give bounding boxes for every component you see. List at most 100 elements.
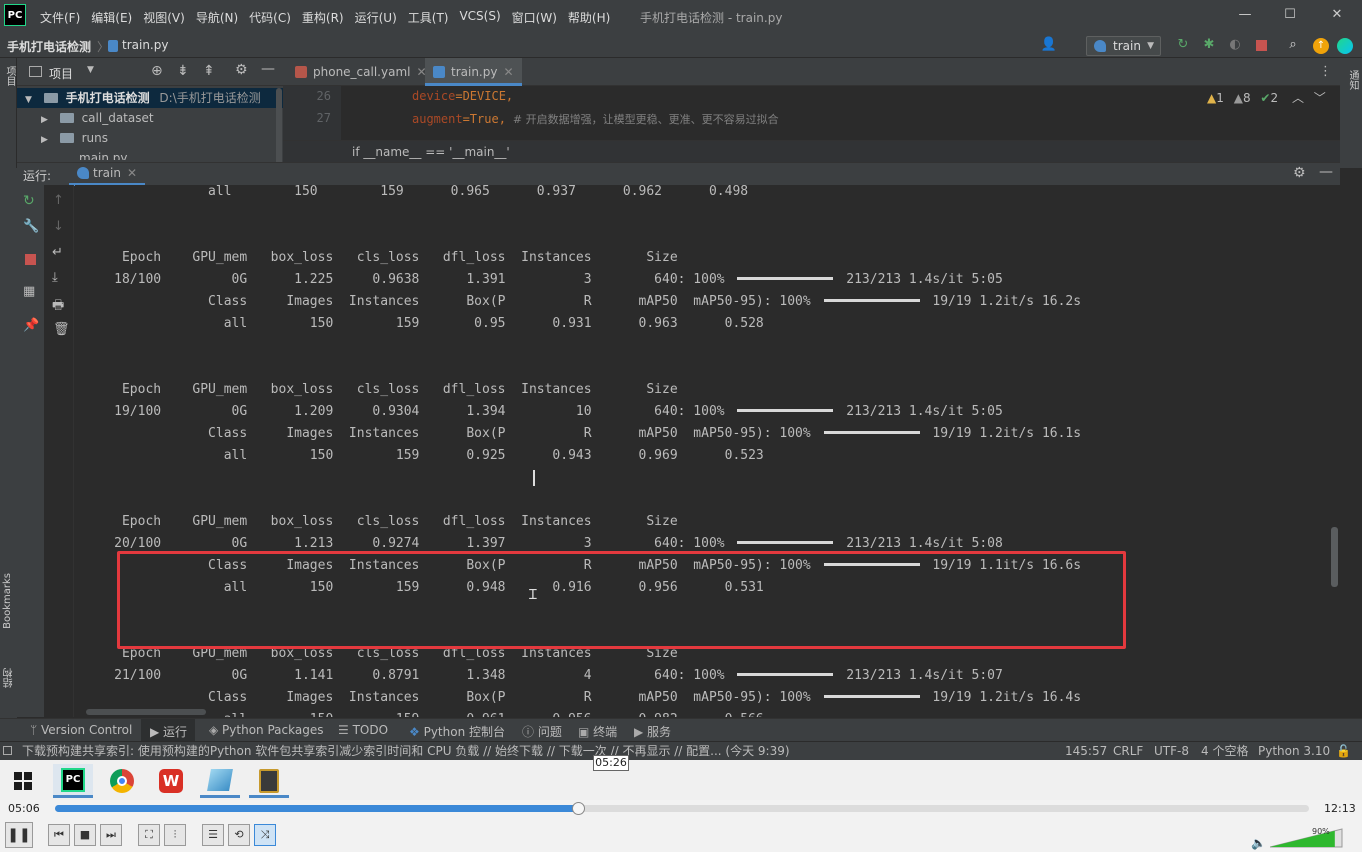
jetbrains-icon[interactable] (1337, 38, 1353, 54)
tree-item-runs[interactable]: ▶ runs (17, 128, 283, 148)
seek-bar[interactable] (55, 802, 1309, 815)
arrow-up-icon[interactable]: ↑ (53, 193, 64, 208)
tree-item-main-py[interactable]: main.py (17, 148, 283, 160)
menu-item[interactable]: 导航(N) (196, 9, 238, 26)
tool-version-control[interactable]: ᛘ Version Control (30, 723, 132, 737)
tool-python-console[interactable]: ❖ Python 控制台 (409, 723, 505, 740)
lock-icon[interactable]: 🔓 (1336, 742, 1351, 760)
previous-button[interactable]: ⏮ (48, 824, 70, 846)
seek-knob[interactable] (572, 802, 586, 815)
tool-todo[interactable]: ☰ TODO (338, 723, 388, 737)
taskbar-chrome[interactable] (102, 764, 142, 798)
gear-icon[interactable]: ⚙ (235, 62, 248, 78)
menu-item[interactable]: 视图(V) (143, 9, 185, 26)
taskbar-notepad[interactable] (200, 764, 240, 798)
user-icon[interactable]: 👤 (1040, 36, 1058, 54)
tree-item-root[interactable]: ▼ 手机打电话检测 D:\手机打电话检测 (17, 88, 283, 108)
debug-icon[interactable]: ✱ (1200, 36, 1218, 54)
soft-wrap-icon[interactable]: ↵ (52, 245, 63, 260)
code-area[interactable]: device=DEVICE, augment=True, # 开启数据增强，让模… (341, 86, 1340, 140)
file-encoding[interactable]: UTF-8 (1154, 742, 1189, 760)
taskbar-pycharm[interactable]: PC (53, 764, 93, 798)
stop-button[interactable]: ■ (74, 824, 96, 846)
close-icon[interactable]: ✕ (503, 65, 513, 79)
line-separator[interactable]: CRLF (1113, 742, 1143, 760)
menu-item[interactable]: 文件(F) (40, 9, 80, 26)
maximize-icon[interactable]: ☐ (1281, 6, 1299, 24)
tab-train-py[interactable]: train.py ✕ (425, 58, 522, 86)
tool-run[interactable]: ▶ 运行 (150, 723, 187, 740)
tool-python-packages[interactable]: ◈ Python Packages (209, 723, 323, 737)
pause-button[interactable]: ❚❚ (5, 822, 33, 848)
menu-item[interactable]: 重构(R) (302, 9, 344, 26)
fullscreen-button[interactable]: ⛶ (138, 824, 160, 846)
inspection-widget[interactable]: ▲1 ▲8 ✔2 ︿ ﹀ (1207, 89, 1326, 106)
expand-all-icon[interactable]: ⇟ (177, 63, 189, 79)
taskbar-wps[interactable]: W (151, 764, 191, 798)
update-icon[interactable]: ↑ (1313, 38, 1329, 54)
menu-item[interactable]: 帮助(H) (568, 9, 610, 26)
scroll-to-end-icon[interactable]: ⤓ (52, 270, 58, 285)
rerun-icon[interactable]: ↻ (23, 193, 35, 209)
shuffle-button[interactable]: ⤨ (254, 824, 276, 846)
chevron-up-icon[interactable]: ︿ (1292, 91, 1304, 105)
windows-start-icon[interactable] (14, 772, 32, 790)
wrench-icon[interactable]: 🔧 (23, 219, 39, 234)
close-icon[interactable]: ✕ (1328, 6, 1346, 24)
tool-terminal[interactable]: ▣ 终端 (578, 723, 617, 740)
stop-icon[interactable] (25, 254, 36, 265)
print-icon[interactable]: 🖶 (52, 296, 64, 318)
close-icon[interactable]: ✕ (127, 166, 137, 180)
volume-icon[interactable]: 🔈 (1251, 836, 1266, 850)
status-window-icon[interactable] (3, 746, 12, 755)
breadcrumb-project[interactable]: 手机打电话检测 (7, 38, 91, 55)
menu-item[interactable]: 编辑(E) (91, 9, 132, 26)
pin-icon[interactable]: 📌 (23, 318, 39, 333)
run-config-selector[interactable]: train ▼ (1086, 36, 1161, 56)
structure-tool-tab[interactable]: 结构 (2, 668, 17, 688)
tree-item-call-dataset[interactable]: ▶ call_dataset (17, 108, 283, 128)
scroll-thumb[interactable] (1331, 527, 1338, 587)
notifications-tool-tab[interactable]: 通知 (1345, 70, 1360, 90)
menu-item[interactable]: 窗口(W) (512, 9, 557, 26)
console-vscroll[interactable] (1329, 185, 1340, 717)
scrollbar[interactable] (276, 88, 282, 166)
layout-icon[interactable]: ▦ (23, 284, 35, 299)
taskbar-media-player[interactable] (249, 764, 289, 798)
run-tab-train[interactable]: train ✕ (69, 163, 145, 186)
caret-position[interactable]: 145:57 (1065, 742, 1107, 760)
project-tool-tab[interactable]: 项目 (2, 66, 17, 86)
chevron-down-icon[interactable]: ﹀ (1314, 91, 1326, 105)
interpreter[interactable]: Python 3.10 (1258, 742, 1330, 760)
tab-phone-call-yaml[interactable]: phone_call.yaml ✕ (287, 58, 435, 86)
equalizer-button[interactable]: ⫶ (164, 824, 186, 846)
arrow-down-icon[interactable]: ↓ (53, 219, 64, 234)
hide-icon[interactable]: — (1319, 164, 1333, 180)
minimize-icon[interactable]: — (1236, 6, 1254, 24)
trash-icon[interactable]: 🗑 (53, 322, 70, 337)
menu-item[interactable]: 工具(T) (408, 9, 449, 26)
chevron-down-icon[interactable]: ▼ (87, 65, 94, 75)
menu-item[interactable]: 代码(C) (249, 9, 291, 26)
indent-setting[interactable]: 4 个空格 (1201, 742, 1248, 760)
repeat-button[interactable]: ⟲ (228, 824, 250, 846)
gear-icon[interactable]: ⚙ (1293, 165, 1306, 181)
menu-item[interactable]: VCS(S) (459, 9, 500, 26)
code-breadcrumb[interactable]: if __name__ == '__main__' (283, 140, 1340, 162)
locate-icon[interactable]: ⊕ (151, 63, 163, 79)
tool-services[interactable]: ▶ 服务 (634, 723, 671, 740)
menu-item[interactable]: 运行(U) (355, 9, 397, 26)
more-icon[interactable]: ⋮ (1319, 64, 1332, 79)
playlist-button[interactable]: ☰ (202, 824, 224, 846)
tool-problems[interactable]: ⓘ 问题 (522, 723, 562, 740)
coverage-icon[interactable]: ◐ (1226, 36, 1244, 54)
search-icon[interactable]: ⌕ (1284, 36, 1302, 54)
status-message[interactable]: 下载预构建共享索引: 使用预构建的Python 软件包共享索引减少索引时间和 C… (22, 742, 1042, 760)
console-hscroll[interactable] (86, 709, 206, 715)
rerun-icon[interactable]: ↻ (1174, 36, 1192, 54)
breadcrumb-file[interactable]: train.py (122, 38, 168, 52)
panel-title[interactable]: 项目 (49, 65, 73, 82)
stop-icon[interactable] (1256, 40, 1267, 51)
next-button[interactable]: ⏭ (100, 824, 122, 846)
collapse-all-icon[interactable]: ⇞ (203, 63, 215, 79)
